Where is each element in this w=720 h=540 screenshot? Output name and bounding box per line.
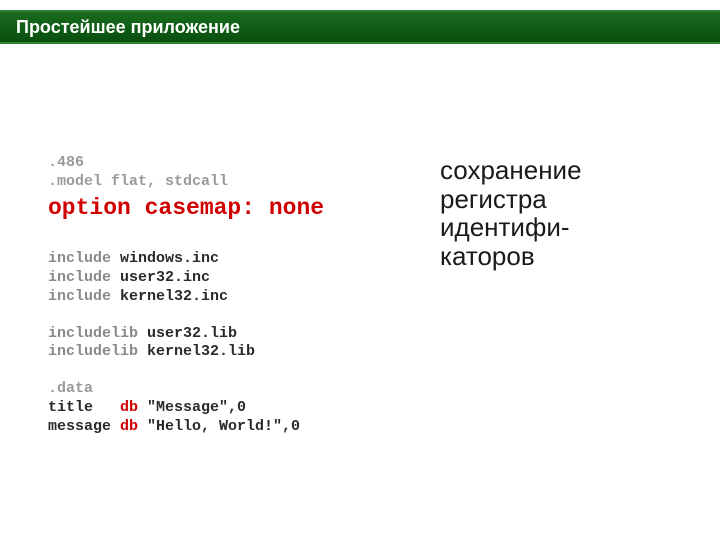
keyword: include — [48, 269, 111, 286]
identifier: user32.lib — [138, 325, 237, 342]
callout-line: идентифи- — [440, 213, 690, 242]
keyword: includelib — [48, 343, 138, 360]
literal: "Message",0 — [138, 399, 246, 416]
keyword: db — [120, 399, 138, 416]
keyword: include — [48, 250, 111, 267]
code-line: include user32.inc — [48, 269, 428, 288]
callout-line: регистра — [440, 185, 690, 214]
keyword: includelib — [48, 325, 138, 342]
code-line: include kernel32.inc — [48, 288, 428, 307]
callout-text: сохранение регистра идентифи- каторов — [440, 156, 690, 270]
identifier: kernel32.inc — [111, 288, 228, 305]
code-line-highlight: option casemap: none — [48, 194, 428, 223]
identifier: kernel32.lib — [138, 343, 255, 360]
code-line: include windows.inc — [48, 250, 428, 269]
identifier: message — [48, 418, 120, 435]
code-line: .data — [48, 380, 428, 399]
identifier: user32.inc — [111, 269, 210, 286]
slide: Простейшее приложение .486 .model flat, … — [0, 0, 720, 540]
keyword: include — [48, 288, 111, 305]
code-line: includelib user32.lib — [48, 325, 428, 344]
code-line: .486 — [48, 154, 428, 173]
identifier: title — [48, 399, 120, 416]
code-line: title db "Message",0 — [48, 399, 428, 418]
keyword: db — [120, 418, 138, 435]
identifier: windows.inc — [111, 250, 219, 267]
callout-line: сохранение — [440, 156, 690, 185]
code-line: .model flat, stdcall — [48, 173, 428, 192]
page-title: Простейшее приложение — [16, 17, 240, 38]
callout-line: каторов — [440, 242, 690, 271]
code-line: message db "Hello, World!",0 — [48, 418, 428, 437]
code-block: .486 .model flat, stdcall option casemap… — [48, 154, 428, 436]
literal: "Hello, World!",0 — [138, 418, 300, 435]
title-bar: Простейшее приложение — [0, 10, 720, 44]
code-line: includelib kernel32.lib — [48, 343, 428, 362]
